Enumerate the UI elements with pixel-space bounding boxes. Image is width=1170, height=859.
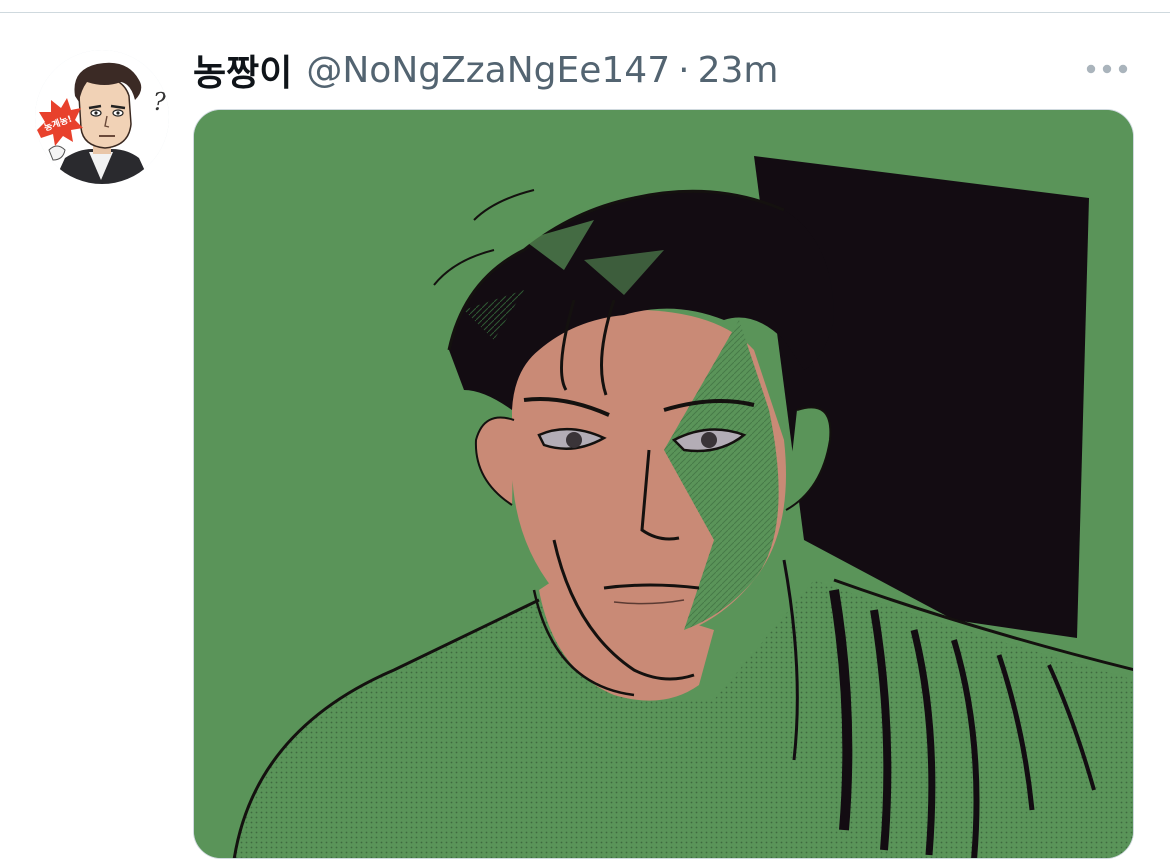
user-handle[interactable]: @NoNgZzaNgEe147 <box>306 50 670 91</box>
tweet-header: 농짱이 @NoNgZzaNgEe147 · 23m <box>193 44 778 96</box>
top-divider <box>0 12 1170 13</box>
illustration-man-portrait <box>194 110 1133 858</box>
tweet-media-image[interactable] <box>193 109 1134 859</box>
more-horizontal-icon <box>1086 64 1128 74</box>
avatar[interactable]: 농계농! ? <box>35 50 169 184</box>
more-button[interactable] <box>1078 52 1136 86</box>
avatar-illustration: 농계농! ? <box>35 50 169 184</box>
avatar-question-mark: ? <box>153 88 166 116</box>
separator-dot: · <box>678 49 690 91</box>
display-name[interactable]: 농짱이 <box>193 44 292 96</box>
timestamp[interactable]: 23m <box>698 50 779 91</box>
